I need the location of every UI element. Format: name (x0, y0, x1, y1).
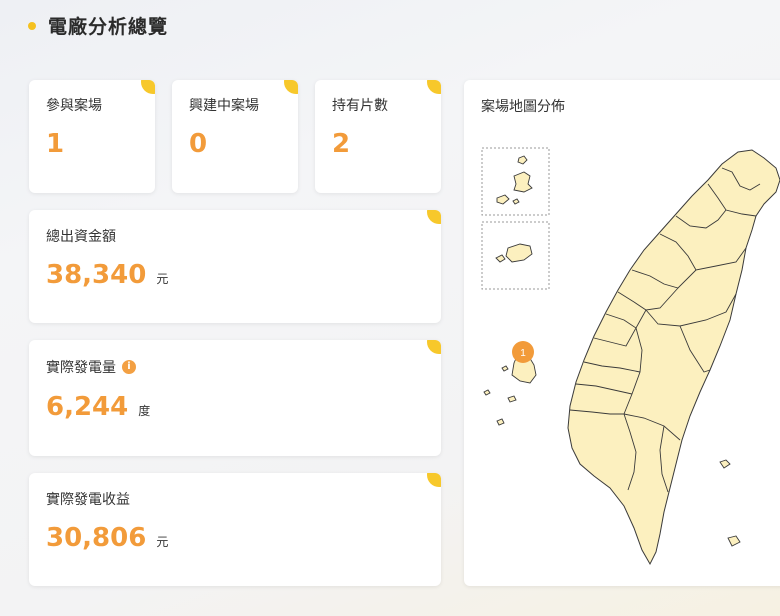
site-map-card: 案場地圖分佈 1 (464, 80, 780, 586)
site-marker-count: 1 (520, 348, 526, 359)
stat-value-row: 38,340 元 (46, 260, 168, 290)
stat-card-revenue: 實際發電收益 30,806 元 (29, 473, 441, 586)
stat-card-investment: 總出資金額 38,340 元 (29, 210, 441, 323)
stat-label: 實際發電量 (46, 360, 116, 376)
stat-unit: 度 (138, 404, 151, 418)
stat-value-row: 6,244 度 (46, 392, 150, 422)
taiwan-map[interactable]: 1 (464, 80, 780, 586)
stat-value: 38,340 (46, 260, 147, 290)
island-shape (727, 535, 741, 547)
stat-value: 0 (189, 129, 208, 159)
island-shape (501, 365, 509, 372)
island-shape (496, 194, 510, 205)
island-shape (507, 395, 517, 403)
stat-value: 1 (46, 129, 65, 159)
island-shape (495, 254, 506, 263)
island-shape (496, 418, 505, 426)
stat-card-building: 興建中案場 0 (172, 80, 298, 193)
corner-decoration (427, 80, 441, 94)
info-icon[interactable]: i (122, 360, 136, 374)
stat-label: 實際發電收益 (46, 492, 130, 508)
corner-decoration (141, 80, 155, 94)
stat-value: 2 (332, 129, 351, 159)
page-title: 電廠分析總覽 (48, 16, 169, 38)
stat-unit: 元 (156, 535, 169, 549)
stat-label-row: 實際發電量 i (46, 357, 136, 377)
corner-decoration (284, 80, 298, 94)
stat-unit: 元 (156, 272, 169, 286)
stat-value-row: 30,806 元 (46, 523, 168, 553)
corner-decoration (427, 210, 441, 224)
island-shape (513, 171, 533, 193)
stat-card-generation: 實際發電量 i 6,244 度 (29, 340, 441, 456)
stat-value: 30,806 (46, 523, 147, 553)
taiwan-main-island (567, 149, 780, 566)
stat-label: 參與案場 (46, 98, 102, 114)
stat-label: 興建中案場 (189, 98, 259, 114)
island-shape (719, 459, 731, 469)
page-header: 電廠分析總覽 (28, 12, 168, 39)
corner-decoration (427, 340, 441, 354)
stat-label: 持有片數 (332, 98, 388, 114)
title-dot-icon (28, 21, 36, 30)
stat-card-panels: 持有片數 2 (315, 80, 441, 193)
island-shape (512, 198, 520, 205)
island-shape (483, 389, 491, 396)
island-shape (517, 155, 528, 165)
stat-card-participating: 參與案場 1 (29, 80, 155, 193)
stat-value: 6,244 (46, 392, 129, 422)
corner-decoration (427, 473, 441, 487)
stat-label: 總出資金額 (46, 229, 116, 245)
island-shape (505, 243, 533, 263)
